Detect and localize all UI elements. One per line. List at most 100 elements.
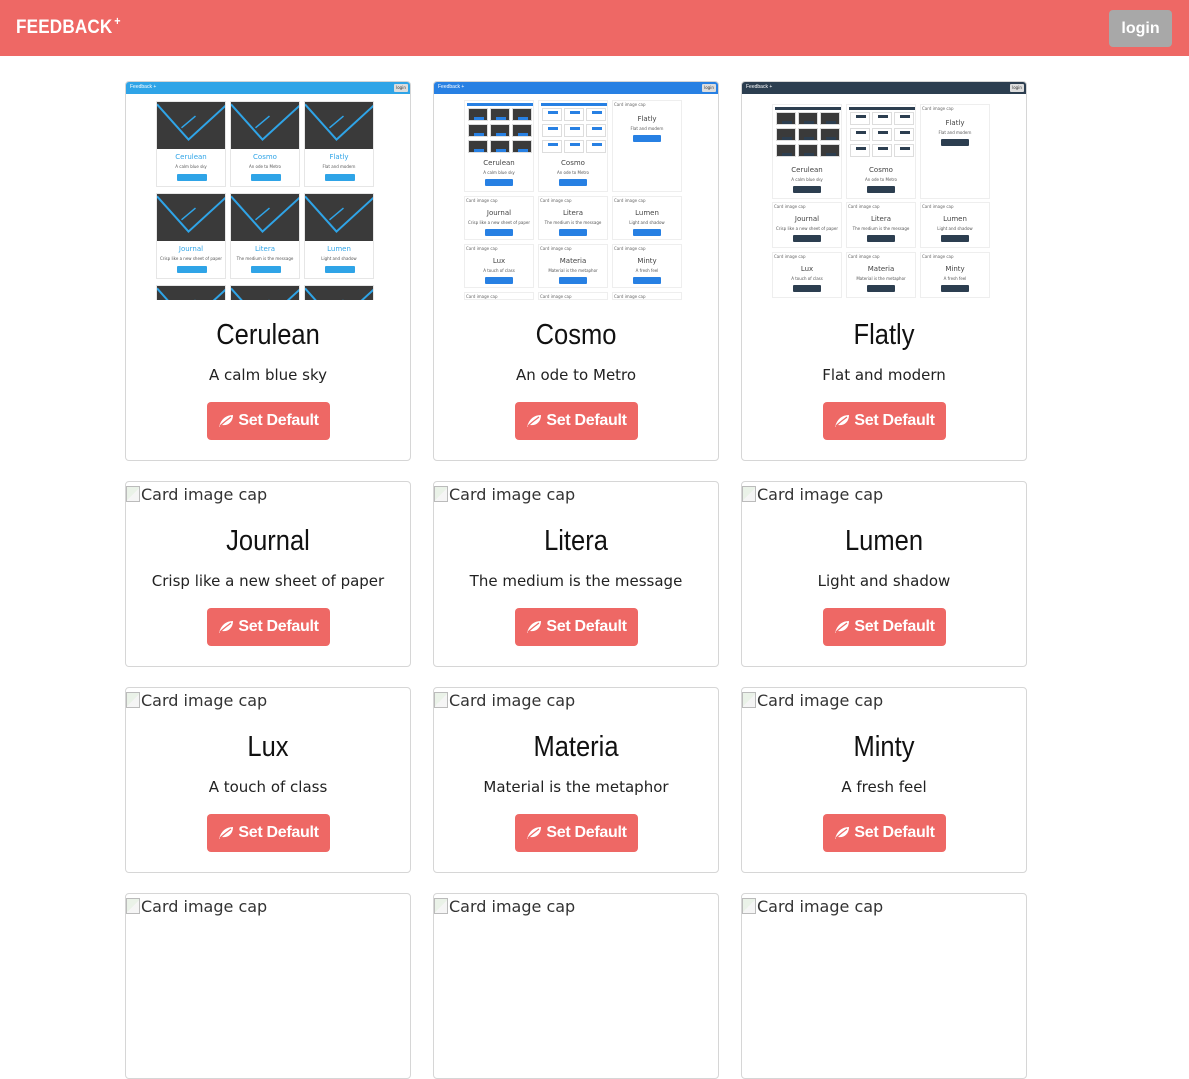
thumbnail-mini-title: Lux [800, 265, 814, 273]
thumbnail-mini-button [485, 179, 513, 186]
theme-card: Card image cap Lux A touch of class Set Def… [125, 687, 411, 873]
card-image-alt-text: Card image cap [449, 897, 576, 916]
thumbnail-alt: Card image cap [922, 204, 954, 209]
card-description: Flat and modern [822, 366, 946, 384]
set-default-button[interactable]: Set Default [207, 402, 330, 440]
login-button[interactable]: login [1109, 10, 1172, 47]
thumbnail-mini-button [633, 135, 661, 142]
thumbnail-mini-desc: An ode to Metro [864, 177, 898, 182]
set-default-button[interactable]: Set Default [823, 402, 946, 440]
theme-card: Card image cap Lumen Light and shadow Set D… [741, 481, 1027, 667]
set-default-label: Set Default [854, 412, 935, 429]
thumbnail-mini-button [793, 285, 821, 292]
thumbnail-alt: Card image cap [848, 204, 880, 209]
thumbnail-alt: Card image cap [774, 254, 806, 259]
thumbnail-mini-desc: The medium is the message [236, 256, 294, 261]
thumbnail-alt: Card image cap [614, 102, 646, 107]
thumbnail-navbar: Feedback + login [742, 82, 1026, 94]
thumbnail-alt: Card image cap [466, 198, 498, 203]
thumbnail-mini-card: Card image cap Lux A touch of class [772, 252, 842, 298]
thumbnail-mini-image [157, 286, 225, 300]
card-description: A fresh feel [841, 778, 927, 796]
thumbnail-navbar: Feedback + login [434, 82, 718, 94]
thumbnail-mini-image [305, 194, 373, 241]
broken-image-icon [742, 692, 756, 708]
thumbnail-mini-title: Cosmo [253, 153, 277, 161]
card-image-alt-text: Card image cap [449, 691, 576, 710]
thumbnail-alt: Card image cap [540, 294, 572, 299]
card-title: Litera [544, 525, 608, 557]
card-image-alt-text: Card image cap [757, 897, 884, 916]
thumbnail-mini-card: Card image cap [464, 292, 534, 300]
thumbnail-mini-title: Cosmo [561, 159, 585, 167]
broken-image-icon [126, 898, 140, 914]
set-default-button[interactable]: Set Default [515, 814, 638, 852]
card-title: Cosmo [535, 319, 617, 351]
thumbnail-mini-title: Journal [486, 209, 512, 217]
thumbnail-mini-desc: Material is the metaphor [856, 276, 906, 281]
thumbnail-mini-title: Litera [562, 209, 584, 217]
thumbnail-mini-button [867, 235, 895, 242]
thumbnail-mini-card [230, 285, 300, 300]
leaf-icon [834, 414, 850, 428]
leaf-icon [218, 414, 234, 428]
card-description: Light and shadow [817, 572, 951, 590]
set-default-button[interactable]: Set Default [823, 608, 946, 646]
thumbnail-mini-button [325, 174, 355, 181]
thumbnail-mini-button [941, 235, 969, 242]
set-default-button[interactable]: Set Default [515, 402, 638, 440]
set-default-button[interactable]: Set Default [823, 814, 946, 852]
thumbnail-mini-title: Journal [794, 215, 820, 223]
card-image: Card image cap [742, 897, 883, 916]
thumbnail-alt: Card image cap [774, 204, 806, 209]
brand-logo[interactable]: FEEDBACK + [16, 14, 121, 39]
card-image: Card image cap [434, 897, 575, 916]
thumbnail-alt: Card image cap [466, 246, 498, 251]
card-description: The medium is the message [469, 572, 683, 590]
thumbnail-mini-card: Card image cap Lux A touch of class [464, 244, 534, 288]
thumbnail-mini-card: Cerulean A calm blue sky [156, 101, 226, 187]
set-default-label: Set Default [238, 618, 319, 635]
set-default-label: Set Default [546, 618, 627, 635]
thumbnail-mini-button [941, 139, 969, 146]
broken-image-icon [434, 898, 448, 914]
thumbnail-mini-card: Cosmo An ode to Metro [538, 100, 608, 192]
set-default-button[interactable]: Set Default [207, 608, 330, 646]
thumbnail-alt: Card image cap [540, 198, 572, 203]
thumbnail-mini-title: Minty [637, 257, 657, 265]
card-description: Material is the metaphor [483, 778, 669, 796]
card-title: Minty [853, 731, 915, 763]
theme-card: Card image cap Journal Crisp like a new sh… [125, 481, 411, 667]
card-description: A calm blue sky [208, 366, 328, 384]
thumbnail-brand: Feedback + [130, 84, 157, 90]
set-default-label: Set Default [854, 824, 935, 841]
theme-card: Card image cap [125, 893, 411, 1079]
card-description: Crisp like a new sheet of paper [151, 572, 385, 590]
theme-card: Card image cap Materia Material is the met… [433, 687, 719, 873]
theme-card: Card image cap Litera The medium is the me… [433, 481, 719, 667]
card-title: Flatly [853, 319, 915, 351]
thumbnail-mini-title: Flatly [329, 153, 349, 161]
thumbnail-mini-button [793, 186, 821, 193]
thumbnail-mini-desc: The medium is the message [852, 226, 910, 231]
thumbnail-mini-desc: An ode to Metro [556, 170, 590, 175]
thumbnail-mini-card: Litera The medium is the message [230, 193, 300, 279]
thumbnail-mini-button [485, 229, 513, 236]
thumbnail-mini-card: Journal Crisp like a new sheet of paper [156, 193, 226, 279]
thumbnail-mini-image [157, 194, 225, 241]
set-default-button[interactable]: Set Default [207, 814, 330, 852]
leaf-icon [526, 620, 542, 634]
thumbnail-alt: Card image cap [466, 294, 498, 299]
thumbnail-alt: Card image cap [614, 198, 646, 203]
thumbnail-mini-desc: A calm blue sky [791, 177, 823, 182]
leaf-icon [526, 826, 542, 840]
thumbnail-mini-card: Card image cap Materia Material is the met… [538, 244, 608, 288]
thumbnail-mini-title: Cerulean [175, 153, 207, 161]
thumbnail-mini-button [325, 266, 355, 273]
thumbnail-mini-button [485, 277, 513, 284]
thumbnail-mini-button [559, 277, 587, 284]
thumbnail-mini-button [559, 229, 587, 236]
set-default-button[interactable]: Set Default [515, 608, 638, 646]
set-default-label: Set Default [238, 412, 319, 429]
thumbnail-mini-button [177, 174, 207, 181]
